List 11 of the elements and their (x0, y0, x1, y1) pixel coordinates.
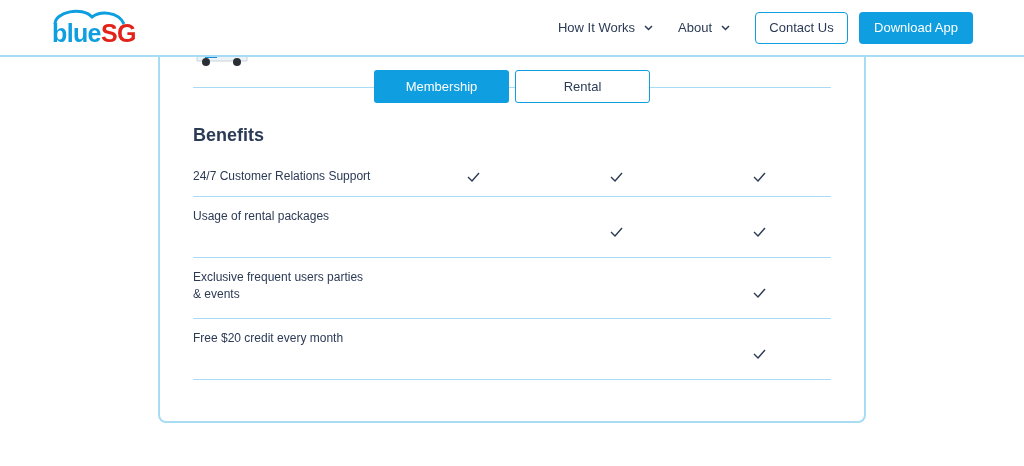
benefit-label: Exclusive frequent users parties & events (193, 269, 365, 303)
benefit-label: 24/7 Customer Relations Support (193, 168, 372, 185)
benefit-label: Usage of rental packages (193, 208, 331, 225)
section-heading: Benefits (193, 124, 265, 147)
contact-button[interactable]: Contact Us (755, 11, 848, 44)
nav-link[interactable]: About (678, 17, 730, 38)
nav-link[interactable]: How It Works (557, 17, 653, 38)
plan-tab[interactable]: Rental (515, 70, 650, 103)
logo[interactable]: blueSG (52, 21, 136, 46)
benefit-label: Free $20 credit every month (193, 330, 345, 347)
cloud-icon (52, 9, 126, 25)
